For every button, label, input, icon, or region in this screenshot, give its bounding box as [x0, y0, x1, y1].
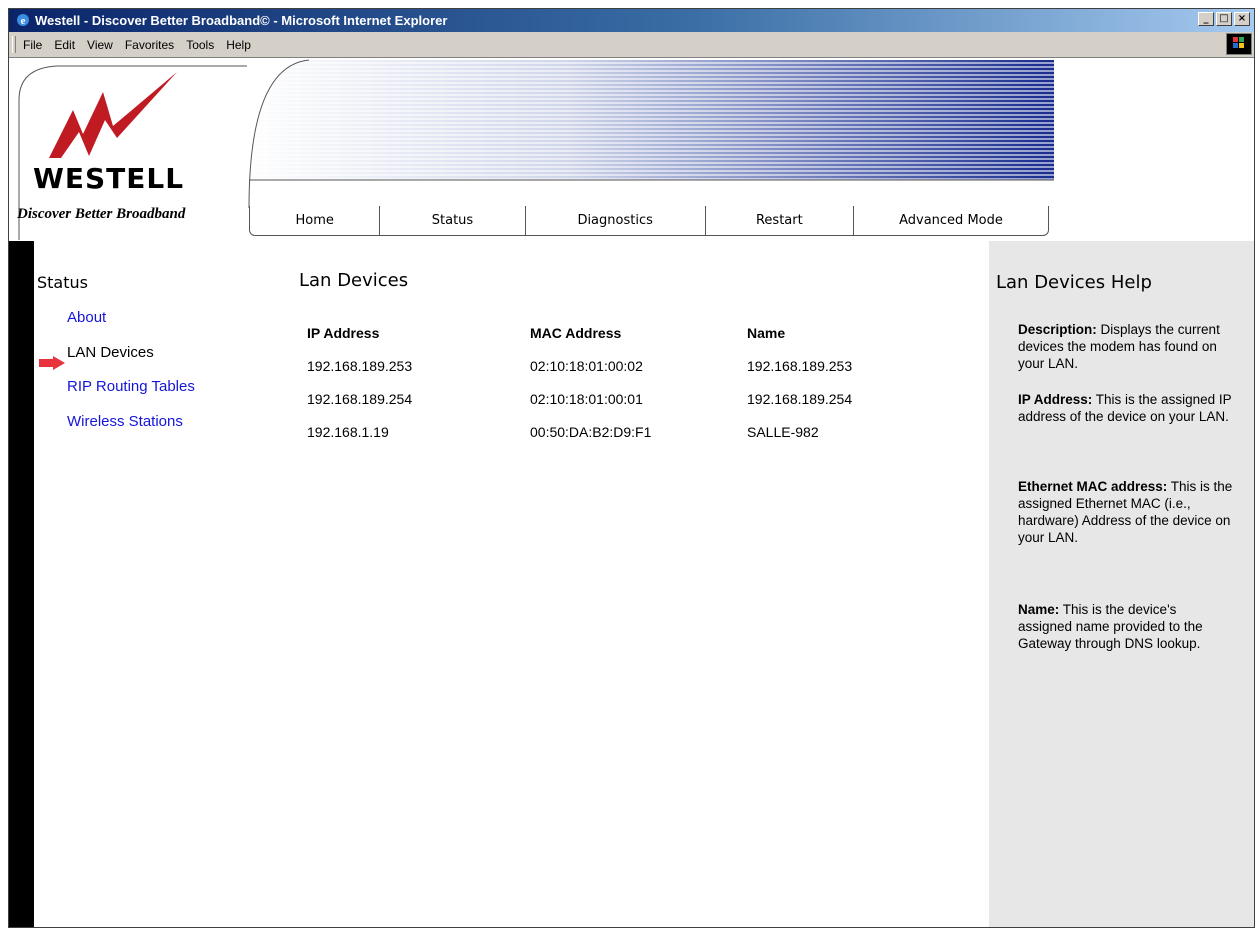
westell-logo: WESTELL Discover Better Broadband: [17, 60, 247, 240]
menu-file[interactable]: File: [23, 38, 42, 52]
table-cell-name: 192.168.189.253: [747, 358, 853, 374]
table-cell-ip: 192.168.189.253: [307, 358, 413, 374]
help-mac-address: Ethernet MAC address: This is the assign…: [1018, 479, 1233, 545]
table-cell-mac: 02:10:18:01:00:02: [530, 358, 643, 374]
left-border-bar: [9, 241, 34, 927]
page-title: Lan Devices: [299, 270, 409, 291]
table-cell-ip: 192.168.189.254: [307, 391, 413, 407]
table-cell-mac: 02:10:18:01:00:01: [530, 391, 643, 407]
close-button[interactable]: ×: [1234, 12, 1250, 26]
nav-status[interactable]: Status: [380, 206, 526, 235]
toolbar-grip: [12, 36, 16, 53]
current-page-arrow-icon: [39, 356, 65, 370]
title-bar: e Westell - Discover Better Broadband© -…: [9, 9, 1254, 32]
top-nav: Home Status Diagnostics Restart Advanced…: [249, 206, 1049, 236]
brand-name: WESTELL: [33, 162, 185, 195]
browser-window: e Westell - Discover Better Broadband© -…: [8, 8, 1255, 928]
help-ip-address: IP Address: This is the assigned IP addr…: [1018, 392, 1232, 424]
table-cell-name: 192.168.189.254: [747, 391, 853, 407]
nav-restart[interactable]: Restart: [706, 206, 854, 235]
sidebar-heading: Status: [37, 273, 88, 292]
windows-logo-icon: [1226, 33, 1252, 55]
menu-view[interactable]: View: [87, 38, 113, 52]
brand-tagline: Discover Better Broadband: [17, 206, 186, 222]
menu-help[interactable]: Help: [226, 38, 251, 52]
help-name: Name: This is the device's assigned name…: [1018, 602, 1203, 651]
col-header-name: Name: [747, 325, 786, 341]
window-title: Westell - Discover Better Broadband© - M…: [35, 13, 448, 28]
sidebar-item-wireless-stations[interactable]: Wireless Stations: [67, 413, 183, 430]
menu-favorites[interactable]: Favorites: [125, 38, 174, 52]
minimize-button[interactable]: _: [1198, 12, 1214, 26]
menu-edit[interactable]: Edit: [54, 38, 75, 52]
page-content: WESTELL Discover Better Broadband Home S…: [9, 58, 1254, 927]
nav-home[interactable]: Home: [250, 206, 381, 235]
help-title: Lan Devices Help: [996, 272, 1152, 293]
sidebar-item-rip-routing-tables[interactable]: RIP Routing Tables: [67, 378, 195, 395]
main-panel: Lan Devices IP Address MAC Address Name …: [299, 270, 852, 440]
header-banner: [248, 59, 1054, 208]
sidebar: Status About LAN Devices RIP Routing Tab…: [37, 273, 195, 430]
help-panel: Lan Devices Help Description: Displays t…: [989, 241, 1254, 927]
ie-icon: e: [17, 14, 29, 27]
table-cell-name: SALLE-982: [747, 424, 819, 440]
page-header: WESTELL Discover Better Broadband Home S…: [9, 58, 1254, 243]
maximize-button[interactable]: □: [1216, 12, 1232, 26]
nav-advanced-mode[interactable]: Advanced Mode: [854, 206, 1048, 235]
menu-tools[interactable]: Tools: [186, 38, 214, 52]
menu-bar: File Edit View Favorites Tools Help: [9, 32, 1254, 58]
table-cell-mac: 00:50:DA:B2:D9:F1: [530, 424, 652, 440]
sidebar-item-about[interactable]: About: [67, 309, 106, 326]
help-description: Description: Displays the current device…: [1018, 322, 1220, 371]
table-cell-ip: 192.168.1.19: [307, 424, 389, 440]
nav-diagnostics[interactable]: Diagnostics: [526, 206, 706, 235]
col-header-ip: IP Address: [307, 325, 380, 341]
svg-text:e: e: [21, 15, 26, 27]
sidebar-item-lan-devices[interactable]: LAN Devices: [67, 344, 154, 361]
col-header-mac: MAC Address: [530, 325, 622, 341]
